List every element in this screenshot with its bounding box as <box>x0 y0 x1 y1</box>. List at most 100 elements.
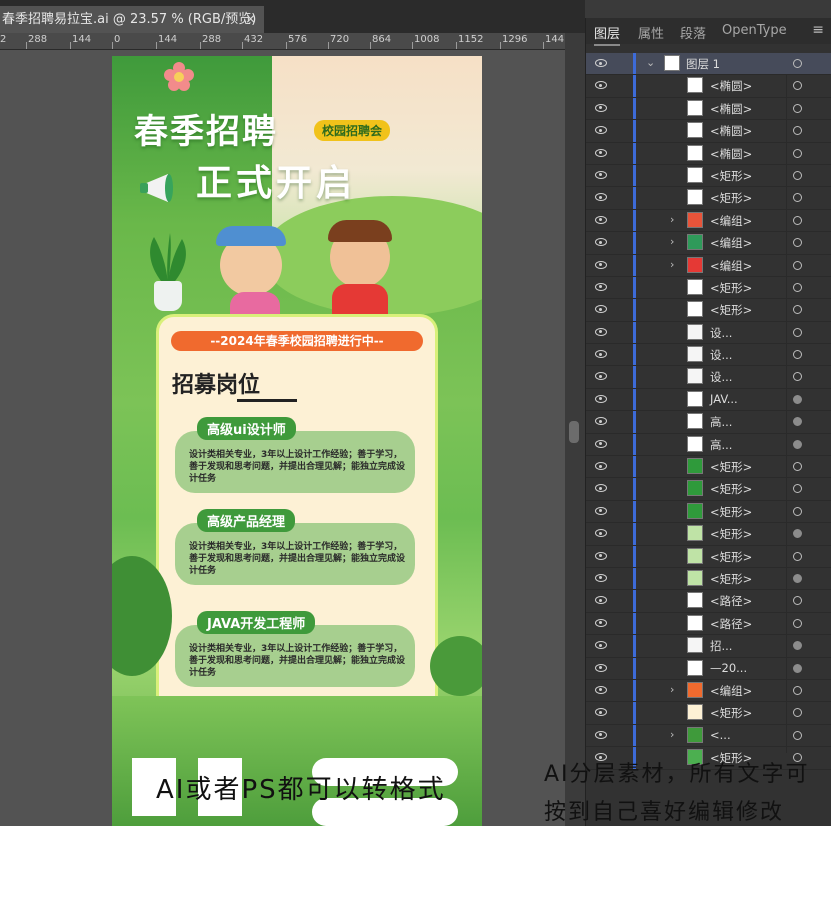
expand-caret-icon[interactable]: ⌄ <box>646 56 655 69</box>
target-circle-icon[interactable] <box>793 394 802 404</box>
target-circle-icon[interactable] <box>793 685 802 695</box>
layer-row[interactable]: › <编组> <box>586 209 831 233</box>
target-circle-icon[interactable] <box>793 551 802 561</box>
expand-caret-icon[interactable]: › <box>670 728 674 741</box>
visibility-eye-icon[interactable] <box>595 730 607 739</box>
visibility-eye-icon[interactable] <box>595 641 607 650</box>
target-circle-icon[interactable] <box>793 506 802 516</box>
layer-row[interactable]: 高... <box>586 411 831 434</box>
visibility-eye-icon[interactable] <box>595 484 607 493</box>
visibility-eye-icon[interactable] <box>595 685 607 694</box>
layer-row[interactable]: › <编组> <box>586 254 831 277</box>
target-circle-icon[interactable] <box>793 372 802 382</box>
visibility-eye-icon[interactable] <box>595 708 607 717</box>
layer-row[interactable]: <椭圆> <box>586 120 831 143</box>
visibility-eye-icon[interactable] <box>595 439 607 448</box>
layer-row[interactable]: <矩形> <box>586 478 831 501</box>
visibility-eye-icon[interactable] <box>595 462 607 471</box>
tab-paragraph[interactable]: 段落 <box>680 23 706 42</box>
layer-row[interactable]: ⌄ 图层 1 <box>586 53 831 76</box>
layer-row[interactable]: <矩形> <box>586 567 831 591</box>
layer-row[interactable]: <路径> <box>586 612 831 636</box>
target-circle-icon[interactable] <box>793 327 802 337</box>
visibility-eye-icon[interactable] <box>595 663 607 672</box>
layer-row[interactable]: <路径> <box>586 590 831 613</box>
layer-row[interactable]: › <编组> <box>586 679 831 703</box>
tab-layers[interactable]: 图层 <box>594 23 621 46</box>
visibility-eye-icon[interactable] <box>595 618 607 627</box>
target-circle-icon[interactable] <box>793 641 802 651</box>
panel-menu-icon[interactable]: ≡ <box>812 22 824 38</box>
visibility-eye-icon[interactable] <box>595 394 607 403</box>
target-circle-icon[interactable] <box>793 81 802 91</box>
layer-row[interactable]: 设... <box>586 321 831 345</box>
target-circle-icon[interactable] <box>793 103 802 113</box>
visibility-eye-icon[interactable] <box>595 126 607 135</box>
layer-row[interactable]: <椭圆> <box>586 75 831 98</box>
layer-row[interactable]: 设... <box>586 366 831 389</box>
target-circle-icon[interactable] <box>793 618 802 628</box>
scroll-thumb[interactable] <box>569 421 579 443</box>
visibility-eye-icon[interactable] <box>595 81 607 90</box>
target-circle-icon[interactable] <box>793 238 802 248</box>
target-circle-icon[interactable] <box>793 596 802 606</box>
layer-row[interactable]: <椭圆> <box>586 142 831 165</box>
document-tab[interactable]: 春季招聘易拉宝.ai @ 23.57 % (RGB/预览) × <box>0 6 264 33</box>
layer-row[interactable]: <矩形> <box>586 523 831 546</box>
layer-row[interactable]: › <编组> <box>586 232 831 255</box>
layer-row[interactable]: <矩形> <box>586 500 831 524</box>
target-circle-icon[interactable] <box>793 215 802 225</box>
target-circle-icon[interactable] <box>793 126 802 136</box>
visibility-eye-icon[interactable] <box>595 193 607 202</box>
tab-properties[interactable]: 属性 <box>638 23 664 42</box>
visibility-eye-icon[interactable] <box>595 551 607 560</box>
target-circle-icon[interactable] <box>793 462 802 472</box>
layer-row[interactable]: 高... <box>586 433 831 457</box>
artboard-poster[interactable]: 春季招聘 校园招聘会 正式开启 --2024年春季校园招聘进行中-- 招募岗位 … <box>112 56 482 826</box>
expand-caret-icon[interactable]: › <box>670 213 674 226</box>
target-circle-icon[interactable] <box>793 663 802 673</box>
target-circle-icon[interactable] <box>793 59 802 68</box>
visibility-eye-icon[interactable] <box>595 506 607 515</box>
layer-row[interactable]: —20... <box>586 657 831 680</box>
layer-row[interactable]: <矩形> <box>586 456 831 479</box>
target-circle-icon[interactable] <box>793 170 802 180</box>
visibility-eye-icon[interactable] <box>595 327 607 336</box>
tab-opentype[interactable]: OpenType <box>722 23 787 38</box>
target-circle-icon[interactable] <box>793 148 802 158</box>
visibility-eye-icon[interactable] <box>595 350 607 359</box>
target-circle-icon[interactable] <box>793 529 802 539</box>
layer-row[interactable]: 设... <box>586 344 831 367</box>
visibility-eye-icon[interactable] <box>595 282 607 291</box>
target-circle-icon[interactable] <box>793 573 802 583</box>
visibility-eye-icon[interactable] <box>595 372 607 381</box>
expand-caret-icon[interactable]: › <box>670 683 674 696</box>
layer-row[interactable]: › <... <box>586 724 831 748</box>
layer-row[interactable]: <矩形> <box>586 276 831 300</box>
visibility-eye-icon[interactable] <box>595 103 607 112</box>
target-circle-icon[interactable] <box>793 260 802 270</box>
target-circle-icon[interactable] <box>793 305 802 315</box>
layer-row[interactable]: <椭圆> <box>586 97 831 121</box>
target-circle-icon[interactable] <box>793 708 802 718</box>
visibility-eye-icon[interactable] <box>595 573 607 582</box>
visibility-eye-icon[interactable] <box>595 417 607 426</box>
expand-caret-icon[interactable]: › <box>670 258 674 271</box>
layer-row[interactable]: <矩形> <box>586 187 831 210</box>
visibility-eye-icon[interactable] <box>595 170 607 179</box>
target-circle-icon[interactable] <box>793 417 802 427</box>
target-circle-icon[interactable] <box>793 282 802 292</box>
visibility-eye-icon[interactable] <box>595 148 607 157</box>
layer-row[interactable]: <矩形> <box>586 545 831 568</box>
visibility-eye-icon[interactable] <box>595 59 607 67</box>
visibility-eye-icon[interactable] <box>595 260 607 269</box>
layer-row[interactable]: <矩形> <box>586 702 831 725</box>
target-circle-icon[interactable] <box>793 193 802 203</box>
layer-row[interactable]: <矩形> <box>586 299 831 322</box>
layer-row[interactable]: JAV... <box>586 388 831 412</box>
visibility-eye-icon[interactable] <box>595 215 607 224</box>
layer-row[interactable]: 招... <box>586 635 831 658</box>
target-circle-icon[interactable] <box>793 439 802 449</box>
visibility-eye-icon[interactable] <box>595 596 607 605</box>
layer-row[interactable]: <矩形> <box>586 164 831 188</box>
